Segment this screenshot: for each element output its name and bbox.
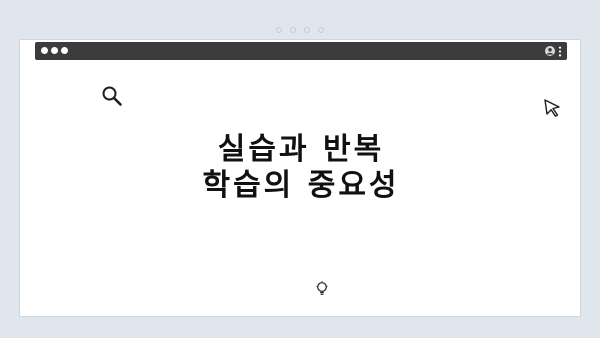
close-window-dot[interactable] xyxy=(41,47,48,54)
title-line-1: 실습과 반복 xyxy=(217,132,385,167)
title-line-2: 학습의 중요성 xyxy=(202,168,400,203)
title-bar xyxy=(35,42,567,60)
minimize-window-dot[interactable] xyxy=(51,47,58,54)
window-controls xyxy=(41,47,68,54)
titlebar-actions xyxy=(545,44,562,58)
cursor-icon xyxy=(543,98,563,122)
pager-dot[interactable] xyxy=(304,27,310,33)
lightbulb-icon xyxy=(316,281,328,301)
pager-dot[interactable] xyxy=(290,27,296,33)
browser-window: 실습과 반복 학습의 중요성 xyxy=(19,39,581,317)
search-icon xyxy=(101,85,123,111)
pager-dots xyxy=(0,27,600,33)
pager-dot[interactable] xyxy=(318,27,324,33)
page-canvas: 실습과 반복 학습의 중요성 xyxy=(35,60,567,297)
maximize-window-dot[interactable] xyxy=(61,47,68,54)
profile-icon[interactable] xyxy=(545,46,555,56)
more-vert-icon[interactable] xyxy=(558,46,562,57)
page-title: 실습과 반복 학습의 중요성 xyxy=(35,132,567,204)
pager-dot[interactable] xyxy=(276,27,282,33)
